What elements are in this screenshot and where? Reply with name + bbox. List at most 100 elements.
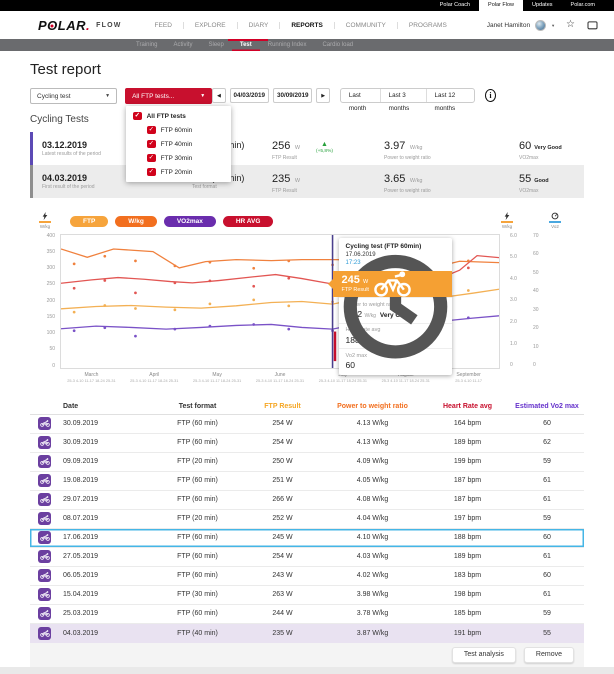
data-point[interactable] bbox=[134, 259, 137, 262]
avatar[interactable] bbox=[535, 20, 546, 31]
test-filter-select[interactable]: All FTP tests... ▼ ✓All FTP tests✓FTP 60… bbox=[125, 88, 212, 104]
data-point[interactable] bbox=[134, 291, 137, 294]
table-row[interactable]: 06.05.2019FTP (60 min)243 W4.02 W/kg183 … bbox=[30, 567, 584, 586]
data-point[interactable] bbox=[467, 259, 470, 262]
legend-pill-vo2max[interactable]: VO2max bbox=[164, 216, 216, 227]
remove-button[interactable]: Remove bbox=[524, 647, 574, 663]
data-point[interactable] bbox=[174, 281, 177, 284]
checkbox-checked-icon[interactable]: ✓ bbox=[147, 140, 156, 149]
data-point[interactable] bbox=[103, 254, 106, 257]
nav-item-community[interactable]: COMMUNITY bbox=[334, 22, 397, 29]
tab-polar-com[interactable]: Polar.com bbox=[562, 0, 604, 11]
data-point[interactable] bbox=[287, 259, 290, 262]
tab-updates[interactable]: Updates bbox=[523, 0, 562, 11]
data-point[interactable] bbox=[209, 279, 212, 282]
data-point[interactable] bbox=[209, 324, 212, 327]
table-row[interactable]: 15.04.2019FTP (30 min)263 W3.98 W/kg198 … bbox=[30, 586, 584, 605]
prev-period-button[interactable]: ◀ bbox=[212, 88, 225, 103]
column-header-power-to-weight-ratio[interactable]: Power to weight ratio bbox=[320, 403, 425, 410]
subnav-test[interactable]: Test bbox=[232, 39, 260, 51]
legend-pill-ftp[interactable]: FTP bbox=[70, 216, 108, 227]
table-row[interactable]: 30.09.2019FTP (60 min)254 W4.13 W/kg164 … bbox=[30, 415, 584, 434]
data-point[interactable] bbox=[467, 289, 470, 292]
checkbox-checked-icon[interactable]: ✓ bbox=[133, 112, 142, 121]
range-last-month[interactable]: Last month bbox=[341, 89, 380, 102]
info-icon[interactable]: i bbox=[485, 89, 496, 102]
column-header-heart-rate-avg[interactable]: Heart Rate avg bbox=[425, 403, 510, 410]
checkbox-checked-icon[interactable]: ✓ bbox=[147, 126, 156, 135]
table-row[interactable]: 27.05.2019FTP (60 min)254 W4.03 W/kg189 … bbox=[30, 548, 584, 567]
filter-option-ftp-30min[interactable]: ✓FTP 30min bbox=[126, 151, 231, 165]
favorites-star-icon[interactable]: ☆ bbox=[566, 20, 575, 30]
filter-option-all-ftp-tests[interactable]: ✓All FTP tests bbox=[126, 109, 231, 123]
column-header-date[interactable]: Date bbox=[56, 403, 150, 410]
axis-tick: 30 bbox=[533, 308, 539, 313]
polar-logo[interactable]: POLAR. bbox=[38, 18, 90, 33]
filter-option-ftp-60min[interactable]: ✓FTP 60min bbox=[126, 123, 231, 137]
nav-item-diary[interactable]: DIARY bbox=[237, 22, 280, 29]
column-header-ftp-result[interactable]: FTP Result bbox=[245, 403, 320, 410]
user-menu-caret-icon[interactable]: ▼ bbox=[551, 23, 555, 28]
data-point[interactable] bbox=[252, 323, 255, 326]
range-last-3-months[interactable]: Last 3 months bbox=[380, 89, 426, 102]
data-point[interactable] bbox=[174, 264, 177, 267]
data-point[interactable] bbox=[209, 260, 212, 263]
data-point[interactable] bbox=[252, 266, 255, 269]
nav-item-programs[interactable]: PROGRAMS bbox=[397, 22, 458, 29]
data-point[interactable] bbox=[103, 326, 106, 329]
date-from-input[interactable]: 04/03/2019 bbox=[230, 88, 269, 103]
user-name[interactable]: Janet Hamilton bbox=[487, 22, 530, 29]
data-point[interactable] bbox=[467, 266, 470, 269]
subnav-running-index[interactable]: Running Index bbox=[260, 39, 315, 51]
column-header-estimated-vo2-max[interactable]: Estimated Vo2 max bbox=[510, 403, 584, 410]
feedback-chat-icon[interactable] bbox=[587, 21, 598, 30]
table-row[interactable]: 08.07.2019FTP (20 min)252 W4.04 W/kg197 … bbox=[30, 510, 584, 529]
tab-polar-coach[interactable]: Polar Coach bbox=[431, 0, 479, 11]
data-point[interactable] bbox=[174, 308, 177, 311]
table-row[interactable]: 17.06.2019FTP (60 min)245 W4.10 W/kg188 … bbox=[30, 529, 584, 548]
table-row[interactable]: 09.09.2019FTP (20 min)250 W4.09 W/kg199 … bbox=[30, 453, 584, 472]
subnav-training[interactable]: Training bbox=[128, 39, 165, 51]
data-point[interactable] bbox=[73, 310, 76, 313]
data-point[interactable] bbox=[287, 327, 290, 330]
subnav-sleep[interactable]: Sleep bbox=[200, 39, 231, 51]
range-last-12-months[interactable]: Last 12 months bbox=[426, 89, 475, 102]
data-point[interactable] bbox=[174, 327, 177, 330]
next-period-button[interactable]: ▶ bbox=[316, 88, 329, 103]
legend-pill-hr-avg[interactable]: HR AVG bbox=[223, 216, 274, 227]
column-header-test-format[interactable]: Test format bbox=[150, 403, 245, 410]
table-row[interactable]: 04.03.2019FTP (40 min)235 W3.87 W/kg191 … bbox=[30, 624, 584, 643]
filter-option-ftp-20min[interactable]: ✓FTP 20min bbox=[126, 165, 231, 179]
data-point[interactable] bbox=[209, 302, 212, 305]
subnav-activity[interactable]: Activity bbox=[165, 39, 200, 51]
plot-area[interactable]: Cycling test (FTP 60min) 17.06.2019 17:2… bbox=[60, 234, 500, 369]
legend-pill-w-kg[interactable]: W/kg bbox=[115, 216, 157, 227]
table-row[interactable]: 25.03.2019FTP (60 min)244 W3.78 W/kg185 … bbox=[30, 605, 584, 624]
tab-polar-flow[interactable]: Polar Flow bbox=[479, 0, 523, 11]
data-point[interactable] bbox=[73, 262, 76, 265]
data-point[interactable] bbox=[467, 316, 470, 319]
checkbox-checked-icon[interactable]: ✓ bbox=[147, 154, 156, 163]
data-point[interactable] bbox=[134, 334, 137, 337]
table-row[interactable]: 19.08.2019FTP (60 min)251 W4.05 W/kg187 … bbox=[30, 472, 584, 491]
data-point[interactable] bbox=[103, 279, 106, 282]
table-row[interactable]: 29.07.2019FTP (60 min)266 W4.08 W/kg187 … bbox=[30, 491, 584, 510]
test-analysis-button[interactable]: Test analysis bbox=[452, 647, 516, 663]
filter-option-ftp-40min[interactable]: ✓FTP 40min bbox=[126, 137, 231, 151]
data-point[interactable] bbox=[134, 307, 137, 310]
data-point[interactable] bbox=[103, 304, 106, 307]
data-point[interactable] bbox=[287, 304, 290, 307]
checkbox-checked-icon[interactable]: ✓ bbox=[147, 168, 156, 177]
date-to-input[interactable]: 30/09/2019 bbox=[273, 88, 312, 103]
nav-item-reports[interactable]: REPORTS bbox=[279, 22, 333, 29]
nav-item-explore[interactable]: EXPLORE bbox=[183, 22, 237, 29]
data-point[interactable] bbox=[252, 298, 255, 301]
data-point[interactable] bbox=[73, 329, 76, 332]
subnav-cardio-load[interactable]: Cardio load bbox=[314, 39, 361, 51]
table-row[interactable]: 30.09.2019FTP (60 min)254 W4.13 W/kg189 … bbox=[30, 434, 584, 453]
sport-select[interactable]: Cycling test ▼ bbox=[30, 88, 117, 104]
data-point[interactable] bbox=[287, 276, 290, 279]
data-point[interactable] bbox=[73, 286, 76, 289]
data-point[interactable] bbox=[252, 284, 255, 287]
nav-item-feed[interactable]: FEED bbox=[144, 22, 183, 29]
